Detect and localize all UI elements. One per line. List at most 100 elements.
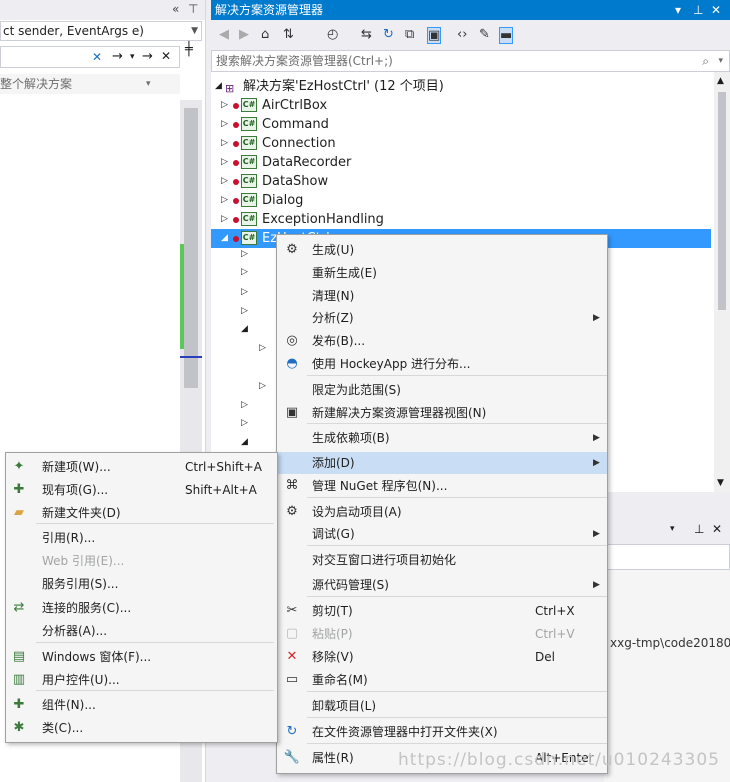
context-menu-item[interactable]: ◓ 使用 HockeyApp 进行分布... [277,353,607,375]
context-menu-item[interactable]: 添加(D) ▶ [277,452,607,474]
context-menu-item[interactable]: 分析(Z) ▶ [277,307,607,329]
expand-icon[interactable]: ◢ [241,437,248,447]
context-menu-item[interactable]: 生成依赖项(B) ▶ [277,427,607,449]
search-icon[interactable]: ⌕ [702,51,709,71]
tree-project-row[interactable]: ▷ C# Command [211,115,711,134]
context-menu-item[interactable]: 重新生成(E) [277,262,607,284]
expand-icon[interactable]: ▷ [241,267,248,277]
expand-icon[interactable]: ◢ [215,77,222,96]
context-menu-item[interactable]: 调试(G) ▶ [277,523,607,545]
add-submenu-item[interactable]: ✦ 新建项(W)... Ctrl+Shift+A [6,456,277,478]
context-menu-item[interactable]: ▭ 重命名(M) [277,669,607,691]
editor-scroll-thumb[interactable] [184,108,198,388]
pending-changes-icon[interactable]: ◴ [327,27,338,42]
add-submenu-item[interactable]: ⇄ 连接的服务(C)... [6,597,277,619]
context-menu-item[interactable]: 卸载项目(L) [277,695,607,717]
expand-icon[interactable]: ▷ [221,210,228,229]
build-icon: ⚙ [286,242,298,257]
context-menu-item[interactable]: ◎ 发布(B)... [277,330,607,352]
collapse-all-icon[interactable]: ⧉ [405,27,414,42]
expand-icon[interactable]: ▷ [221,134,228,153]
tree-project-row[interactable]: ▷ C# DataShow [211,172,711,191]
close-icon[interactable]: ✕ [92,50,102,64]
add-submenu-item[interactable]: ✚ 现有项(G)... Shift+Alt+A [6,479,277,501]
expand-icon[interactable]: ▷ [221,96,228,115]
close-icon[interactable]: ✕ [161,49,171,63]
scroll-down-icon[interactable]: ▼ [717,478,724,488]
add-submenu-item[interactable]: ▰ 新建文件夹(D) [6,502,277,524]
output-source-combo[interactable] [604,544,730,570]
nav-back-icon[interactable]: → [112,49,123,64]
context-menu-item[interactable]: ⌘ 管理 NuGet 程序包(N)... [277,475,607,497]
tree-solution-row[interactable]: ◢ ⊞ 解决方案'EzHostCtrl' (12 个项目) [211,77,711,96]
expand-icon[interactable]: ▷ [259,381,266,391]
add-submenu-item[interactable]: 引用(R)... [6,527,277,549]
pin-icon[interactable]: ⊥ [694,522,704,536]
expand-icon[interactable]: ▷ [241,249,248,259]
expand-icon[interactable]: ▷ [241,418,248,428]
split-icon[interactable]: ╪ [185,42,193,57]
tree-project-row[interactable]: ▷ C# ExceptionHandling [211,210,711,229]
expand-icon[interactable]: ▷ [259,343,266,353]
context-menu-item[interactable]: ⚙ 设为启动项目(A) [277,501,607,523]
context-menu-item[interactable]: 源代码管理(S) ▶ [277,574,607,596]
solution-search-input[interactable]: 搜索解决方案资源管理器(Ctrl+;) ⌕ ▾ [211,50,730,72]
context-menu-item[interactable]: ⚙ 生成(U) [277,239,607,261]
expand-icon[interactable]: ◢ [241,324,248,334]
home-icon[interactable]: ⌂ [261,27,269,42]
switch-views-icon[interactable]: ⇅ [283,27,294,42]
close-icon[interactable]: ✕ [711,0,721,20]
view-code-icon[interactable]: ‹› [457,27,467,42]
collapse-icon[interactable]: « [172,2,179,16]
chevron-down-icon[interactable]: ▾ [718,51,723,71]
expand-icon[interactable]: ▷ [241,287,248,297]
tree-project-row[interactable]: ▷ C# DataRecorder [211,153,711,172]
add-submenu-item[interactable]: 服务引用(S)... [6,573,277,595]
sync-icon[interactable]: ⇆ [361,27,372,42]
chevron-down-icon[interactable]: ▾ [130,52,135,62]
windows-form-icon: ▤ [12,649,26,664]
pin-icon[interactable]: ⊥ [693,0,703,20]
context-menu-item[interactable]: ↻ 在文件资源管理器中打开文件夹(X) [277,721,607,743]
expand-icon[interactable]: ▷ [221,115,228,134]
expand-icon[interactable]: ▷ [241,400,248,410]
dropdown-icon[interactable]: ▾ [675,0,681,20]
add-submenu-item[interactable]: ✚ 组件(N)... [6,694,277,716]
tree-project-row[interactable]: ▷ C# AirCtrlBox [211,96,711,115]
expand-icon[interactable]: ▷ [221,153,228,172]
expand-icon[interactable]: ▷ [221,172,228,191]
new-item-icon: ✦ [13,459,25,474]
wrench-icon[interactable]: ✎ [479,27,490,42]
tree-project-row[interactable]: ▷ C# Dialog [211,191,711,210]
tree-project-row[interactable]: ▷ C# Connection [211,134,711,153]
scope-combo[interactable]: 整个解决方案 ▾ [0,74,180,94]
collapse-icon[interactable]: ◢ [221,229,228,248]
forward-icon[interactable]: ▶ [239,27,249,42]
nav-forward-icon[interactable]: → [142,49,153,64]
add-submenu-item[interactable]: ▥ 用户控件(U)... [6,669,277,691]
expand-icon[interactable]: ▷ [221,191,228,210]
add-submenu-item[interactable]: 分析器(A)... [6,620,277,642]
context-menu-item[interactable]: 清理(N) [277,285,607,307]
method-combo[interactable]: ct sender, EventArgs e) ▼ [0,21,202,41]
context-menu-item[interactable]: 对交互窗口进行项目初始化 [277,549,607,571]
scroll-up-icon[interactable]: ▲ [717,76,724,86]
preview-icon[interactable]: ▬ [499,27,514,44]
tree-scroll-thumb[interactable] [718,92,726,310]
show-all-files-icon[interactable]: ▣ [427,27,442,44]
expand-icon[interactable]: ▷ [241,306,248,316]
refresh-icon[interactable]: ↻ [383,27,394,42]
add-submenu-item[interactable]: ✱ 类(C)... [6,717,277,739]
csharp-project-icon: C# [241,212,257,226]
connected-service-icon: ⇄ [13,600,25,615]
pin-icon[interactable]: ⊤ [188,2,198,16]
add-submenu-item[interactable]: ▤ Windows 窗体(F)... [6,646,277,668]
context-menu-item[interactable]: ✕ 移除(V) Del [277,646,607,668]
context-menu-item[interactable]: ▣ 新建解决方案资源管理器视图(N) [277,402,607,424]
find-input[interactable] [0,46,180,68]
back-icon[interactable]: ◀ [219,27,229,42]
context-menu-item[interactable]: 限定为此范围(S) [277,379,607,401]
close-icon[interactable]: ✕ [712,522,722,536]
context-menu-item[interactable]: ✂ 剪切(T) Ctrl+X [277,600,607,622]
dropdown-icon[interactable]: ▾ [670,524,675,534]
